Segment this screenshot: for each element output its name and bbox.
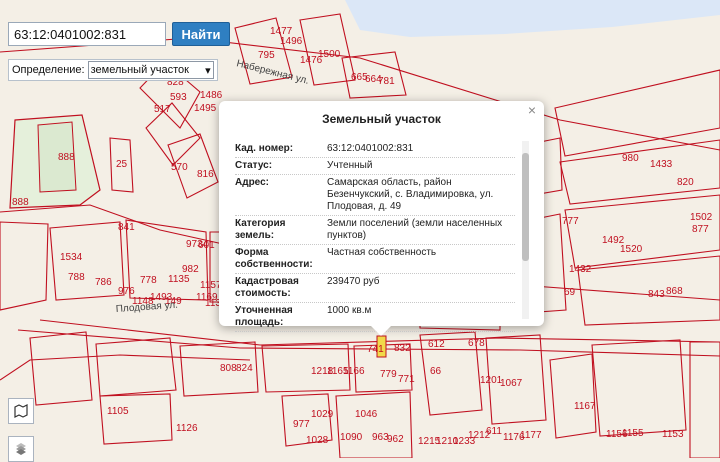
svg-text:69: 69 [564,287,576,298]
svg-text:1520: 1520 [620,244,643,255]
search-input[interactable] [8,22,166,46]
map-icon [14,404,28,418]
svg-text:1433: 1433 [650,159,673,170]
svg-text:841: 841 [118,222,135,233]
search-toolbar: Найти [8,22,230,46]
svg-text:1090: 1090 [340,432,363,443]
svg-text:1029: 1029 [311,409,334,420]
svg-text:1496: 1496 [280,36,303,47]
svg-text:808: 808 [220,363,237,374]
detail-key: Категория земель: [235,218,286,241]
popup-scroll-thumb[interactable] [522,153,529,261]
svg-text:1155: 1155 [622,428,644,439]
parcel-details: Кад. номер: 63:12:0401002:831 Статус: Учте… [235,141,515,332]
svg-text:25: 25 [116,159,128,170]
svg-text:888: 888 [12,197,29,208]
svg-text:781: 781 [378,76,395,87]
detail-value: 1000 кв.м [327,305,372,316]
svg-text:611: 611 [486,426,502,437]
detail-value: 239470 руб [327,276,380,287]
detail-value: Учтенный [327,160,373,171]
detail-value: Самарская область, район Безенчукский, с… [327,177,494,212]
parcel-info-popup: × Земельный участок Кад. номер: 63:12:040… [219,101,544,336]
detail-row: Форма собственности: Частная собственност… [235,245,515,274]
svg-text:962: 962 [387,434,404,445]
svg-text:1028: 1028 [306,435,329,446]
svg-text:1126: 1126 [176,423,198,434]
svg-text:1486: 1486 [200,90,223,101]
svg-text:570: 570 [171,162,188,173]
svg-text:1046: 1046 [355,409,378,420]
definition-row: Определение: земельный участок ▾ [8,59,218,81]
detail-key: Статус: [235,160,273,171]
detail-row: Кад. номер: 63:12:0401002:831 [235,141,515,158]
detail-value: 63:12:0401002:831 [327,143,414,154]
svg-text:777: 777 [562,216,579,227]
svg-text:868: 868 [666,286,683,297]
svg-text:786: 786 [95,277,112,288]
definition-label: Определение: [12,64,85,76]
svg-text:1167: 1167 [574,401,596,412]
svg-text:795: 795 [258,50,275,61]
svg-text:1135: 1135 [168,274,190,285]
svg-text:1500: 1500 [318,49,341,60]
svg-text:1105: 1105 [107,406,129,417]
layers-button[interactable] [8,436,34,462]
svg-text:843: 843 [648,289,665,300]
detail-key: Форма собственности: [235,247,313,270]
find-button[interactable]: Найти [172,22,230,46]
detail-row: Статус: Учтенный [235,158,515,175]
svg-text:1495: 1495 [194,103,217,114]
svg-text:678: 678 [468,338,485,349]
svg-text:778: 778 [140,275,157,286]
definition-value: земельный участок [90,64,189,76]
svg-text:612: 612 [428,339,445,350]
svg-text:1534: 1534 [60,252,83,263]
svg-text:1432: 1432 [569,264,592,275]
detail-row: Категория земель: Земли поселений (земли … [235,216,515,245]
svg-text:1502: 1502 [690,212,713,223]
svg-text:977: 977 [293,419,310,430]
svg-text:517: 517 [154,104,171,115]
svg-text:888: 888 [58,152,75,163]
layers-map-button[interactable] [8,398,34,424]
svg-text:824: 824 [236,363,253,374]
definition-select[interactable]: земельный участок ▾ [87,61,214,79]
detail-value: Частная собственность [327,247,437,258]
svg-text:771: 771 [398,374,415,385]
svg-text:1477: 1477 [270,26,293,37]
svg-text:1218: 1218 [311,366,334,377]
svg-text:741: 741 [367,344,384,355]
detail-row: Адрес: Самарская область, район Безенчукс… [235,175,515,216]
detail-row: Кадастровая стоимость: 239470 руб [235,274,515,303]
stack-icon [16,443,26,455]
svg-text:877: 877 [692,224,709,235]
svg-text:601: 601 [198,240,215,251]
detail-key: Кад. номер: [235,143,294,154]
svg-text:832: 832 [394,343,411,354]
chevron-down-icon: ▾ [205,64,211,77]
detail-key: Кадастровая стоимость: [235,276,299,299]
svg-text:779: 779 [380,369,397,380]
svg-text:1067: 1067 [500,378,523,389]
popup-pointer [371,326,391,336]
detail-value: Земли поселений (земли населенных пункто… [327,218,503,241]
svg-text:593: 593 [170,92,187,103]
detail-key: Адрес: [235,177,269,188]
detail-key: Уточненная площадь: [235,305,293,328]
svg-text:1177: 1177 [520,430,542,441]
svg-text:1153: 1153 [662,429,684,440]
popup-title: Земельный участок [322,112,441,126]
svg-text:66: 66 [430,366,442,377]
svg-text:816: 816 [197,169,214,180]
svg-text:820: 820 [677,177,694,188]
svg-text:980: 980 [622,153,639,164]
svg-text:982: 982 [182,264,199,275]
svg-text:788: 788 [68,272,85,283]
